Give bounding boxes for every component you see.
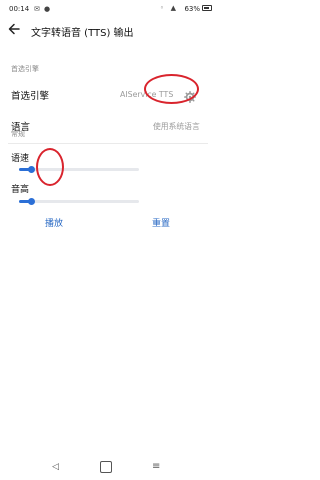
preferred-engine-label: 首选引擎 [11, 91, 50, 102]
annotation-circle-engine [144, 74, 199, 104]
pitch-thumb[interactable] [28, 198, 35, 205]
section-divider [8, 143, 208, 144]
section-label-general: 常规 [11, 130, 25, 138]
wifi-icon: ◦ [159, 4, 164, 12]
nav-back-icon[interactable]: ◁ [52, 462, 59, 472]
signal-icon: ▲ [170, 4, 176, 12]
annotation-circle-slider [36, 148, 64, 186]
section-label-preferred-engine: 首选引擎 [11, 65, 39, 73]
battery-icon [202, 5, 212, 11]
play-button[interactable]: 播放 [45, 216, 63, 229]
speech-rate-label: 语速 [11, 154, 30, 164]
language-row[interactable]: 语言 使用系统语言 [0, 112, 216, 140]
status-time: 00:14 [9, 5, 30, 13]
nav-recents-icon[interactable]: ≡ [152, 461, 160, 472]
page-title: 文字转语音 (TTS) 输出 [31, 28, 134, 39]
app-notification-icon: ● [44, 5, 51, 13]
reset-button[interactable]: 重置 [152, 216, 170, 229]
speech-rate-thumb[interactable] [28, 166, 35, 173]
pitch-label: 音高 [11, 185, 30, 195]
battery-percent: 63% [184, 5, 200, 13]
back-arrow-icon[interactable] [7, 21, 23, 37]
language-value: 使用系统语言 [153, 122, 200, 131]
nav-home-icon[interactable] [100, 461, 112, 473]
notification-icon: ✉ [34, 5, 40, 13]
pitch-slider[interactable] [19, 198, 139, 205]
status-bar: 00:14 ✉ ● ◦ ▲ 63% [0, 0, 216, 16]
